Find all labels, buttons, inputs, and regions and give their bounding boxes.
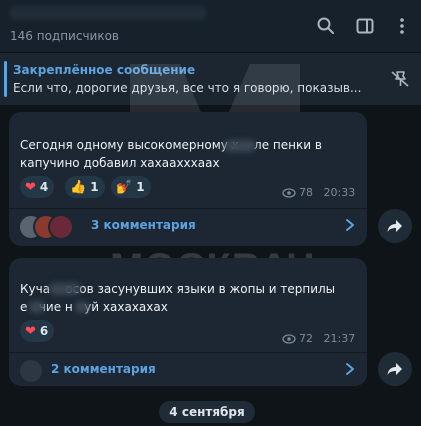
message-meta: 72 21:37 — [282, 332, 355, 345]
sidebar-toggle-icon[interactable] — [355, 16, 375, 36]
more-icon[interactable] — [392, 16, 412, 36]
message-text-line: Сегодня одному высокомерному х ле пенки … — [20, 138, 322, 152]
avatar — [48, 214, 74, 240]
reaction-chip[interactable]: ❤ 4 — [20, 176, 55, 198]
share-button[interactable] — [378, 209, 412, 243]
search-icon[interactable] — [316, 16, 336, 36]
message-bubble[interactable]: Сегодня одному высокомерному х ле пенки … — [9, 112, 367, 246]
message-bubble[interactable]: Куча осов засунувших языки в жопы и терп… — [9, 258, 367, 386]
reaction-chip[interactable]: 👍 1 — [65, 176, 105, 198]
heart-emoji: ❤ — [25, 179, 36, 195]
reaction-count: 6 — [39, 324, 49, 338]
message-meta: 78 20:33 — [282, 186, 355, 199]
subscriber-count: 146 подписчиков — [10, 29, 119, 43]
date-separator: 4 сентября — [159, 401, 255, 423]
comments-row[interactable]: 3 комментария — [9, 209, 367, 243]
pinned-message-bar[interactable]: Закреплённое сообщение Если что, дорогие… — [0, 52, 421, 105]
share-button[interactable] — [378, 352, 412, 386]
channel-title-redacted — [10, 6, 206, 20]
reaction-count: 1 — [90, 180, 99, 194]
redaction-blur — [29, 301, 45, 313]
eye-icon — [282, 334, 296, 344]
reaction-chip[interactable]: ❤ 6 — [20, 320, 55, 342]
message-text-line: капучино добавил хахаахххаах — [20, 156, 220, 170]
pinned-text: Если что, дорогие друзья, все что я гово… — [13, 81, 362, 95]
nail-polish-emoji: 💅 — [116, 179, 133, 195]
comments-row[interactable]: 2 комментария — [9, 353, 367, 387]
avatar — [18, 358, 44, 384]
eye-icon — [282, 188, 296, 198]
reaction-count: 1 — [136, 180, 145, 194]
reaction-chip[interactable]: 💅 1 — [111, 176, 151, 198]
comments-label: 3 комментария — [91, 218, 196, 232]
chevron-right-icon — [346, 219, 354, 231]
share-arrow-icon — [387, 363, 402, 375]
unpin-icon[interactable] — [389, 69, 411, 89]
channel-header: 146 подписчиков — [0, 0, 421, 52]
chevron-right-icon — [346, 363, 354, 375]
redaction-blur — [75, 301, 89, 313]
comments-label: 2 комментария — [51, 362, 156, 376]
view-count: 78 — [299, 186, 313, 199]
heart-emoji: ❤ — [25, 323, 36, 339]
view-count: 72 — [299, 332, 313, 345]
reaction-row: ❤ 4 👍 1 💅 1 — [20, 176, 220, 198]
message-time: 21:37 — [323, 332, 356, 345]
redaction-blur — [49, 283, 81, 295]
pinned-accent-bar — [4, 61, 7, 97]
share-arrow-icon — [387, 220, 402, 232]
thumbs-up-emoji: 👍 — [70, 179, 87, 195]
reaction-count: 4 — [39, 180, 49, 194]
redaction-blur — [224, 140, 256, 152]
pinned-title: Закреплённое сообщение — [13, 63, 196, 77]
message-time: 20:33 — [323, 186, 356, 199]
